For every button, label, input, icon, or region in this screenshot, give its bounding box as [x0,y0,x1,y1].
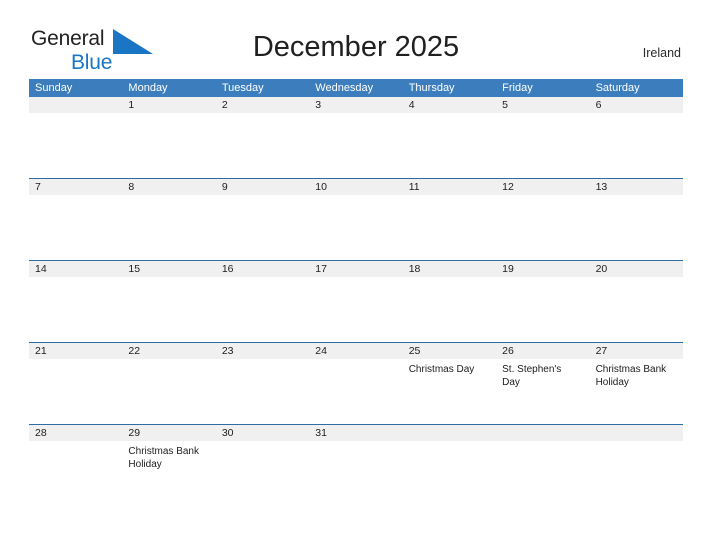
day-number: 31 [315,427,327,439]
calendar-day-cell[interactable]: 30 [216,425,309,506]
day-number: 6 [595,99,602,111]
calendar-week-row: 7 8 9 10 11 12 13 [29,178,683,260]
day-number: 26 [502,345,514,357]
calendar-day-cell[interactable]: 23 [216,343,309,424]
day-number: 19 [502,263,514,275]
calendar-day-cell[interactable]: 14 [29,261,122,342]
calendar-day-cell[interactable]: 15 [122,261,215,342]
calendar-day-cell[interactable]: 8 [122,179,215,260]
day-number: 23 [221,345,234,357]
day-events: Christmas Bank Holiday [122,441,215,471]
day-number: 15 [128,263,141,275]
calendar-grid: Sunday Monday Tuesday Wednesday Thursday Frid… [29,79,683,506]
calendar-day-cell[interactable]: 26 St. Stephen's Day [496,343,589,424]
day-number: 7 [35,181,41,193]
calendar-day-cell-empty [29,97,122,178]
day-events: Christmas Day [403,359,496,376]
holiday-event-label: Christmas Bank Holiday [595,364,667,388]
day-number: 16 [221,263,234,275]
calendar-day-cell[interactable]: 12 [496,179,589,260]
calendar-week-row: 1 2 3 4 5 6 [29,97,683,178]
day-number: 22 [128,345,141,357]
week-days: 1 2 3 4 5 6 [29,97,683,178]
calendar-day-cell[interactable]: 21 [29,343,122,424]
calendar-day-cell[interactable]: 16 [216,261,309,342]
day-number: 1 [128,99,135,111]
day-number: 28 [35,427,47,439]
weekday-header-wednesday: Wednesday [315,82,374,94]
day-events: Christmas Bank Holiday [590,359,683,389]
week-days: 14 15 16 17 18 19 20 [29,261,683,342]
calendar-weeks: 1 2 3 4 5 6 7 8 9 10 11 12 13 14 15 16 17 18 19 20 21 22 23 24 2… [29,97,683,506]
week-days: 28 29 Christmas Bank Holiday 30 31 [29,425,683,506]
calendar-day-cell[interactable]: 5 [496,97,589,178]
day-events: St. Stephen's Day [496,359,589,389]
day-number: 10 [315,181,327,193]
calendar-day-cell[interactable]: 31 [309,425,402,506]
calendar-page: General Blue December 2025 Ireland Sunda… [0,0,712,550]
calendar-day-cell[interactable]: 11 [403,179,496,260]
week-days: 21 22 23 24 25 Christmas Day 26 St. Stephen's D… [29,343,683,424]
calendar-day-cell-empty [403,425,496,506]
day-number: 25 [408,345,421,357]
calendar-day-cell[interactable]: 28 [29,425,122,506]
weekday-header-friday: Friday [502,82,533,94]
calendar-day-cell[interactable]: 9 [216,179,309,260]
holiday-event-label: Christmas Day [408,364,475,375]
calendar-day-cell[interactable]: 4 [403,97,496,178]
holiday-event-label: Christmas Bank Holiday [128,446,199,470]
weekday-header-tuesday: Tuesday [221,82,264,94]
day-number: 20 [595,263,608,275]
day-number: 3 [315,99,322,111]
day-number: 8 [128,181,135,193]
day-number: 18 [408,263,421,275]
weekday-header-monday: Monday [128,82,168,94]
calendar-week-row: 28 29 Christmas Bank Holiday 30 31 [29,424,683,506]
calendar-day-cell[interactable]: 29 Christmas Bank Holiday [122,425,215,506]
calendar-week-row: 21 22 23 24 25 Christmas Day 26 St. Stephen's D… [29,342,683,424]
day-number: 17 [315,263,327,275]
calendar-day-cell-empty [496,425,589,506]
day-number: 5 [502,99,508,111]
week-days: 7 8 9 10 11 12 13 [29,179,683,260]
day-number: 21 [35,345,47,357]
weekday-header-saturday: Saturday [595,82,640,94]
calendar-day-cell[interactable]: 7 [29,179,122,260]
day-number: 27 [595,345,608,357]
day-number: 29 [128,427,141,439]
day-number: 11 [408,181,420,193]
day-number: 13 [595,181,608,193]
day-number: 14 [35,263,47,275]
calendar-day-cell[interactable]: 25 Christmas Day [403,343,496,424]
weekday-header-row: Sunday Monday Tuesday Wednesday Thursday Frid… [29,79,683,97]
day-number: 4 [408,99,415,111]
calendar-day-cell[interactable]: 17 [309,261,402,342]
calendar-day-cell[interactable]: 18 [403,261,496,342]
calendar-day-cell[interactable]: 6 [590,97,683,178]
page-title: December 2025 [252,31,460,63]
calendar-day-cell[interactable]: 3 [309,97,402,178]
day-number: 2 [221,99,228,111]
weekday-header-sunday: Sunday [35,82,73,94]
day-number: 9 [221,181,228,193]
calendar-day-cell[interactable]: 13 [590,179,683,260]
calendar-day-cell[interactable]: 1 [122,97,215,178]
calendar-day-cell[interactable]: 10 [309,179,402,260]
calendar-week-row: 14 15 16 17 18 19 20 [29,260,683,342]
holiday-event-label: St. Stephen's Day [502,364,562,388]
weekday-header-thursday: Thursday [408,82,455,94]
day-number: 24 [315,345,327,357]
day-number: 12 [502,181,514,193]
calendar-day-cell[interactable]: 24 [309,343,402,424]
calendar-day-cell[interactable]: 19 [496,261,589,342]
day-number: 30 [221,427,234,439]
calendar-day-cell-empty [590,425,683,506]
page-header: General Blue December 2025 Ireland [0,0,712,73]
calendar-day-cell[interactable]: 2 [216,97,309,178]
calendar-day-cell[interactable]: 27 Christmas Bank Holiday [590,343,683,424]
calendar-day-cell[interactable]: 22 [122,343,215,424]
calendar-day-cell[interactable]: 20 [590,261,683,342]
country-label: Ireland [642,46,681,60]
